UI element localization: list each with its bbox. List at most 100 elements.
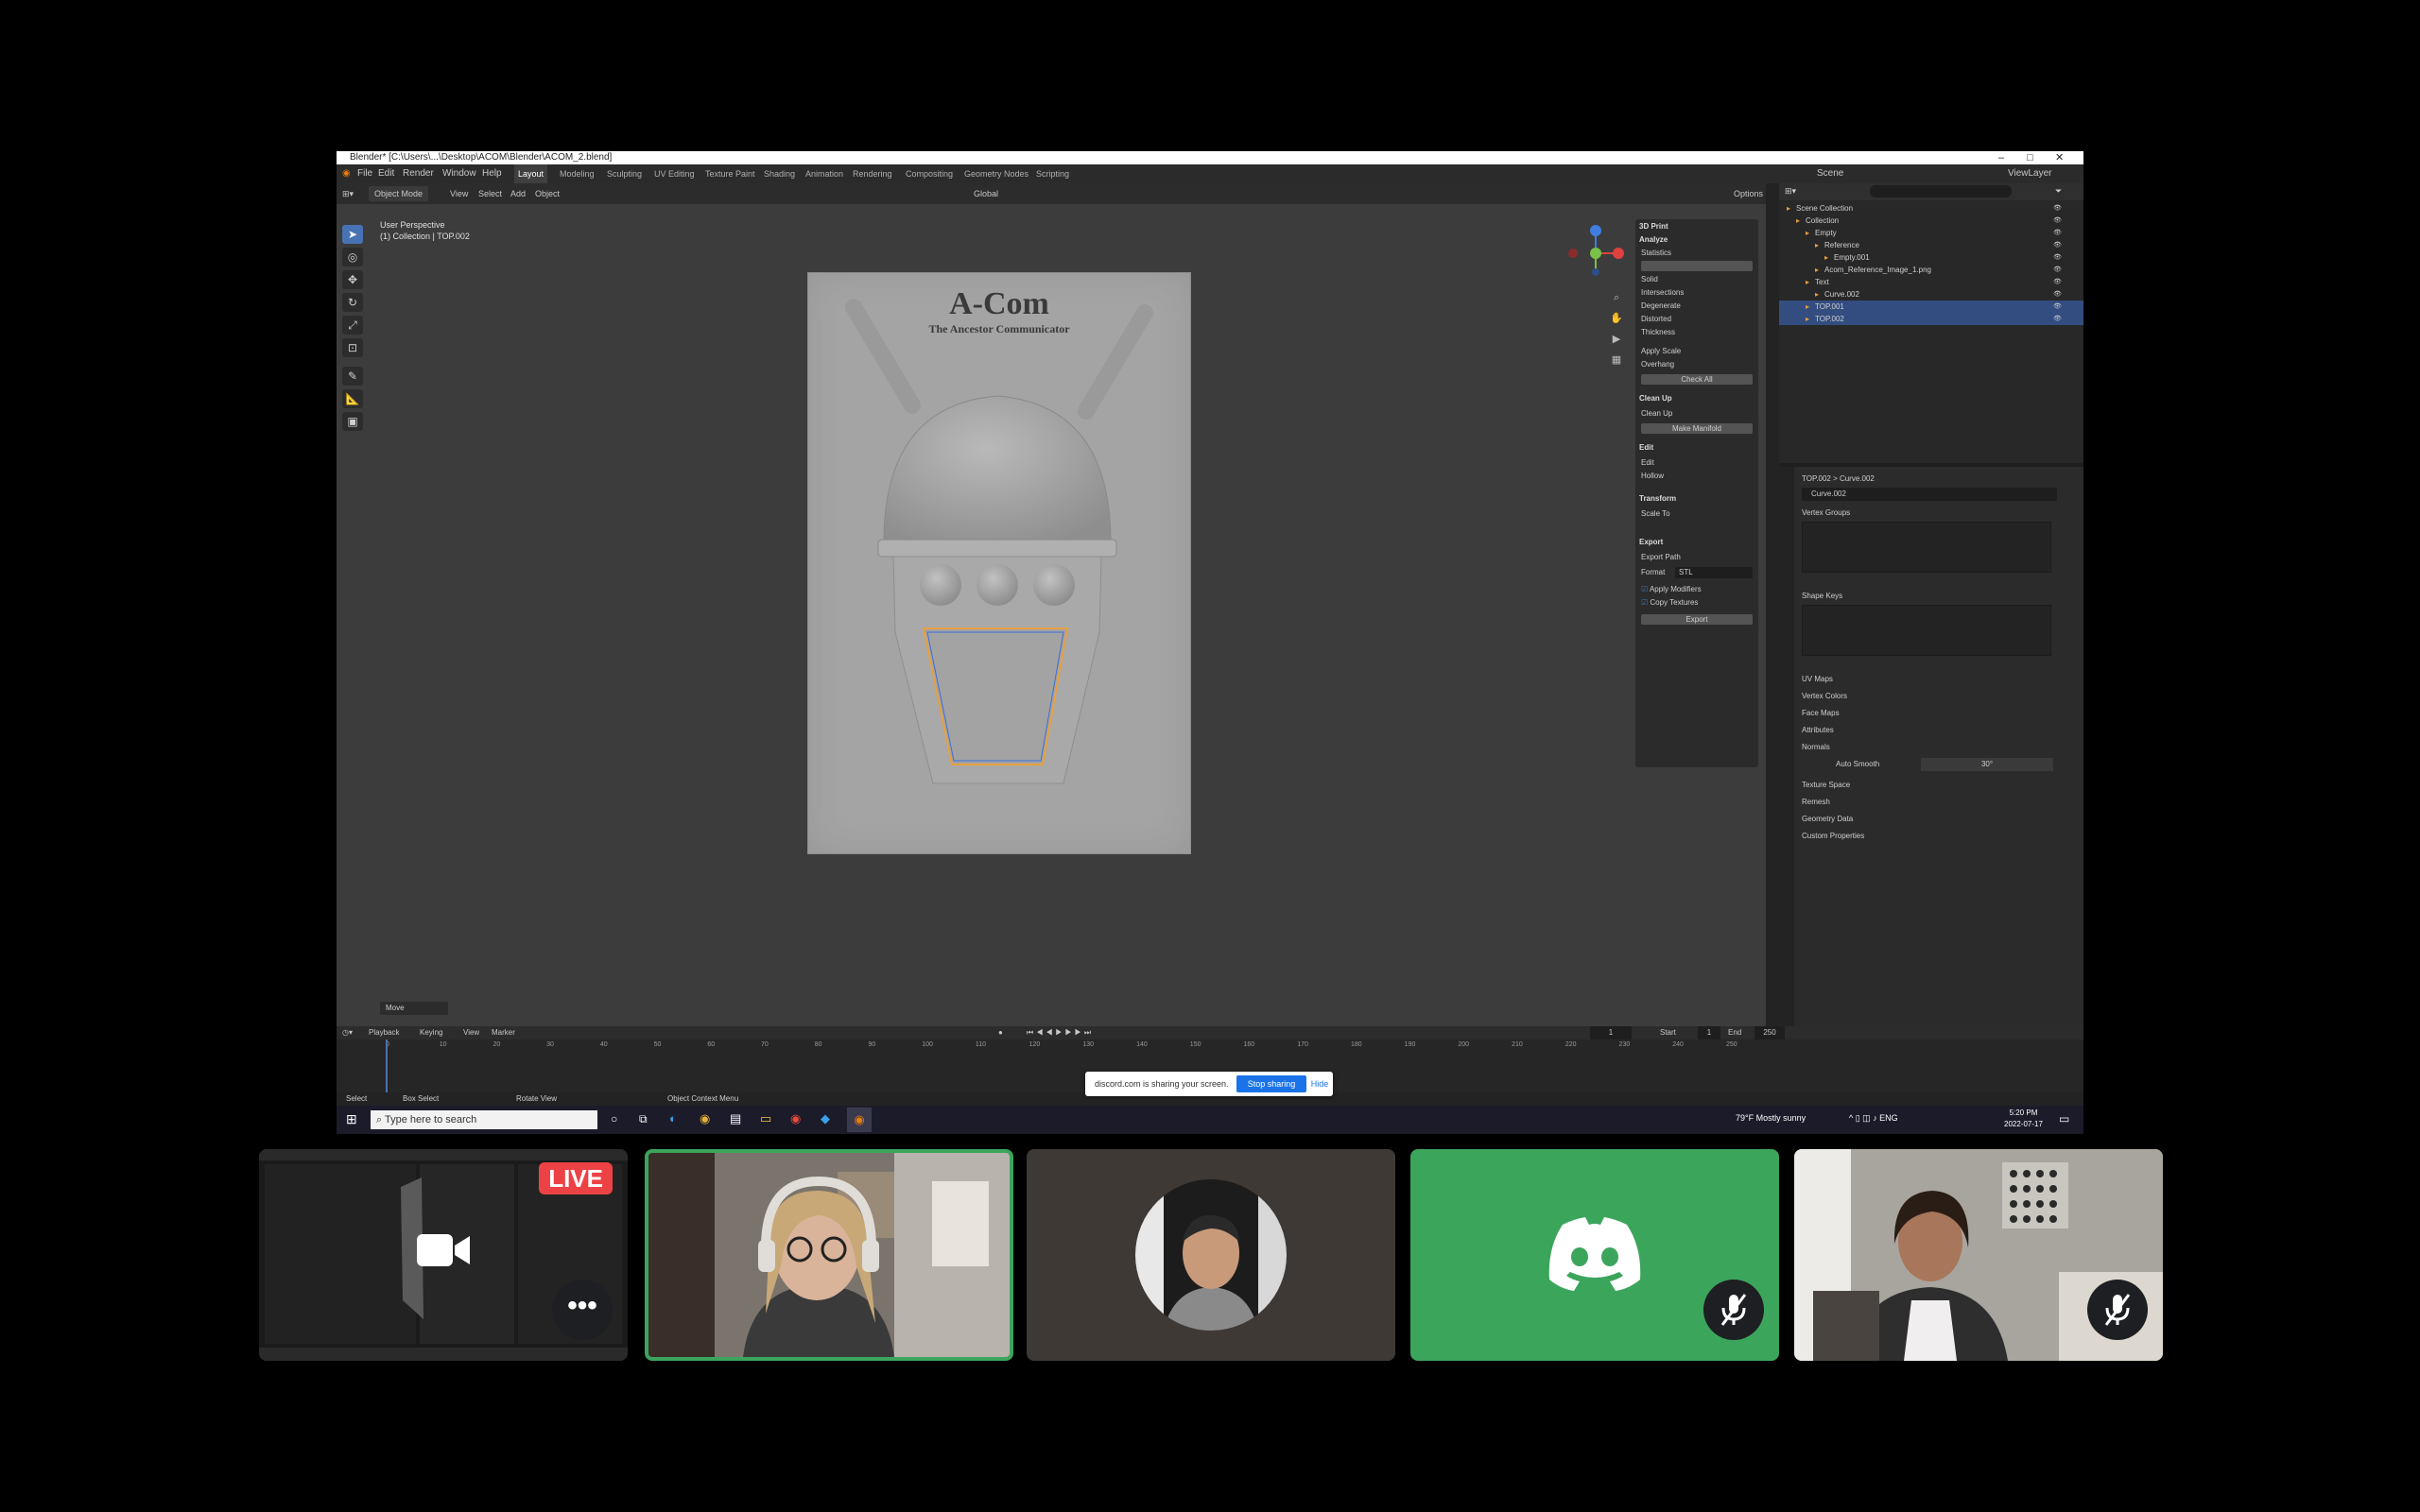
row-apply-scale[interactable]: Apply Scale (1641, 346, 1753, 357)
section-export[interactable]: Export (1639, 537, 1663, 548)
outliner-row[interactable]: ▸ Collection 👁 (1779, 215, 2083, 227)
chrome-icon[interactable]: ◉ (700, 1111, 710, 1126)
shape-keys-list[interactable] (1802, 605, 2051, 656)
section-vertex-colors[interactable]: Vertex Colors (1802, 690, 2076, 703)
menu-render[interactable]: Render (403, 164, 434, 183)
row-export-path[interactable]: Export Path (1641, 552, 1753, 563)
taskbar-search-box[interactable]: ⌕ Type here to search (371, 1110, 597, 1129)
row-clean-up[interactable]: Clean Up (1641, 408, 1753, 420)
row-overhang[interactable]: Overhang (1641, 359, 1753, 370)
last-operator-panel[interactable]: Move (380, 1002, 448, 1015)
scene-selector[interactable]: Scene (1817, 164, 1843, 183)
workspace-tab-sculpting[interactable]: Sculpting (607, 164, 642, 183)
outliner-row[interactable]: ▸ Scene Collection 👁 (1779, 202, 2083, 215)
workspace-tab-texture-paint[interactable]: Texture Paint (705, 164, 755, 183)
viewport-menu-add[interactable]: Add (510, 183, 526, 204)
row-thickness[interactable]: Thickness (1641, 327, 1753, 338)
row-intersections[interactable]: Intersections (1641, 287, 1753, 299)
outliner-row[interactable]: ▸ Acom_Reference_Image_1.png 👁 (1779, 264, 2083, 276)
participant-tile-speaking[interactable] (645, 1149, 1013, 1361)
outliner-row[interactable]: ▸ Empty 👁 (1779, 227, 2083, 239)
visibility-eye-icon[interactable]: 👁 (2053, 288, 2062, 301)
viewport-menu-object[interactable]: Object (535, 183, 560, 204)
viewport-menu-select[interactable]: Select (478, 183, 502, 204)
section-texture-space[interactable]: Texture Space (1802, 779, 2076, 792)
measure-tool-icon[interactable]: 📐 (342, 389, 363, 408)
scale-tool-icon[interactable]: ⤢ (342, 316, 363, 335)
task-view-icon[interactable]: ⧉ (639, 1112, 648, 1126)
workspace-tab-uv-editing[interactable]: UV Editing (654, 164, 695, 183)
section-edit[interactable]: Edit (1639, 442, 1653, 454)
cursor-tool-icon[interactable]: ◎ (342, 248, 363, 266)
outliner-search-input[interactable] (1870, 185, 2012, 198)
workspace-tab-compositing[interactable]: Compositing (906, 164, 953, 183)
auto-smooth-angle-field[interactable]: 30° (1921, 758, 2053, 771)
section-face-maps[interactable]: Face Maps (1802, 707, 2076, 720)
move-tool-icon[interactable]: ✥ (342, 270, 363, 289)
section-uv-maps[interactable]: UV Maps (1802, 673, 2076, 686)
section-vertex-groups[interactable]: Vertex Groups (1802, 507, 2076, 520)
menu-file[interactable]: File (357, 164, 372, 183)
visibility-eye-icon[interactable]: 👁 (2053, 313, 2062, 325)
section-custom-properties[interactable]: Custom Properties (1802, 830, 2076, 843)
workspace-tab-animation[interactable]: Animation (805, 164, 843, 183)
workspace-tab-shading[interactable]: Shading (764, 164, 795, 183)
grid-icon[interactable]: ▦ (1609, 350, 1624, 370)
section-geometry-data[interactable]: Geometry Data (1802, 813, 2076, 826)
section-remesh[interactable]: Remesh (1802, 796, 2076, 809)
viewport-menu-view[interactable]: View (450, 183, 468, 204)
maximize-button[interactable]: □ (2027, 151, 2033, 164)
section-shape-keys[interactable]: Shape Keys (1802, 590, 2076, 603)
participant-tile-avatar[interactable] (1027, 1149, 1395, 1361)
workspace-tab-geometry-nodes[interactable]: Geometry Nodes (964, 164, 1028, 183)
blender-taskbar-icon[interactable]: ◉ (847, 1108, 872, 1132)
workspace-tab-rendering[interactable]: Rendering (853, 164, 892, 183)
outliner-row[interactable]: ▸ TOP.001 👁 (1779, 301, 2083, 313)
editor-type-icon[interactable]: ⊞▾ (342, 183, 354, 204)
section-normals[interactable]: Normals (1802, 741, 2076, 754)
app-icon[interactable]: ◆ (821, 1111, 830, 1126)
acom-model-relief[interactable]: A-Com The Ancestor Communicator (807, 272, 1191, 854)
checkbox-apply-modifiers[interactable]: ☑ Apply Modifiers (1641, 584, 1753, 595)
outliner-filter-icon[interactable]: ⊞▾ (1785, 186, 1796, 197)
outliner-row[interactable]: ▸ Empty.001 👁 (1779, 251, 2083, 264)
navigation-gizmo[interactable] (1567, 225, 1624, 282)
visibility-eye-icon[interactable]: 👁 (2053, 264, 2062, 276)
outliner-row[interactable]: ▸ Reference 👁 (1779, 239, 2083, 251)
pan-hand-icon[interactable]: ✋ (1609, 308, 1624, 329)
properties-tabs[interactable] (1779, 467, 1794, 1026)
weather-widget[interactable]: 79°F Mostly sunny (1736, 1113, 1806, 1123)
hide-button[interactable]: Hide (1310, 1075, 1329, 1092)
outliner-row[interactable]: ▸ TOP.002 👁 (1779, 313, 2083, 325)
outliner-funnel-icon[interactable]: ⏷ (2055, 186, 2062, 197)
taskbar-clock[interactable]: 5:20 PM 2022-07-17 (2004, 1108, 2043, 1130)
visibility-eye-icon[interactable]: 👁 (2053, 227, 2062, 239)
workspace-tab-layout[interactable]: Layout (514, 164, 548, 183)
row-edit[interactable]: Edit (1641, 457, 1753, 469)
row-degenerate[interactable]: Degenerate (1641, 301, 1753, 312)
workspace-tab-modeling[interactable]: Modeling (560, 164, 595, 183)
view-layer-selector[interactable]: ViewLayer (2008, 164, 2052, 183)
section-clean-up[interactable]: Clean Up (1639, 393, 1672, 404)
transform-tool-icon[interactable]: ⊡ (342, 338, 363, 357)
close-button[interactable]: ✕ (2055, 151, 2064, 164)
add-cube-tool-icon[interactable]: ▣ (342, 412, 363, 431)
export-button[interactable]: Export (1641, 614, 1753, 626)
store-icon[interactable]: ▤ (730, 1111, 741, 1126)
vertex-groups-list[interactable] (1802, 522, 2051, 573)
solid-button[interactable] (1641, 261, 1753, 271)
row-solid[interactable]: Solid (1641, 274, 1753, 285)
outliner-row[interactable]: ▸ Text 👁 (1779, 276, 2083, 288)
transform-orientation-selector[interactable]: Global (974, 183, 998, 204)
participant-tile-stream[interactable]: LIVE ••• (259, 1149, 628, 1361)
section-attributes[interactable]: Attributes (1802, 724, 2076, 737)
visibility-eye-icon[interactable]: 👁 (2053, 215, 2062, 227)
visibility-eye-icon[interactable]: 👁 (2053, 301, 2062, 313)
data-name-field[interactable]: Curve.002 (1802, 488, 2057, 501)
minimize-button[interactable]: – (1998, 151, 2004, 164)
windows-start-icon[interactable]: ⊞ (346, 1111, 357, 1127)
format-dropdown[interactable]: STL (1675, 567, 1753, 578)
row-statistics[interactable]: Statistics (1641, 248, 1753, 259)
menu-window[interactable]: Window (442, 164, 476, 183)
blender-logo-icon[interactable]: ◉ (342, 164, 351, 183)
